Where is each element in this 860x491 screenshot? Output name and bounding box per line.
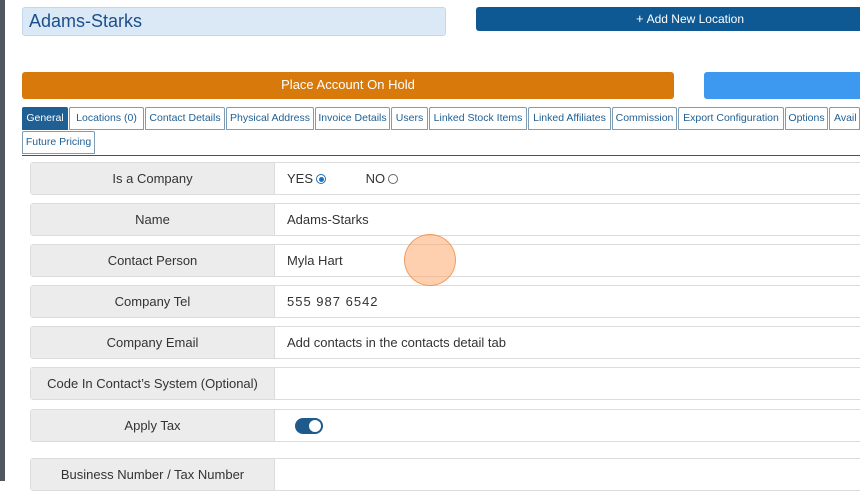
row-apply-tax: Apply Tax (30, 409, 860, 442)
add-new-location-button[interactable]: + Add New Location (476, 7, 860, 31)
place-account-on-hold-button[interactable]: Place Account On Hold (22, 72, 674, 99)
no-radio[interactable] (388, 174, 399, 184)
company-tel-input[interactable]: 555 987 6542 (287, 286, 379, 317)
add-new-location-label: Add New Location (646, 12, 744, 26)
tab-users[interactable]: Users (391, 107, 428, 130)
row-is-company: Is a Company YES NO (30, 162, 860, 195)
company-tel-label: Company Tel (31, 286, 275, 317)
yes-radio[interactable] (316, 174, 327, 184)
row-code-in-contact-system: Code In Contact’s System (Optional) (30, 367, 860, 400)
tab-availability[interactable]: Avail (829, 107, 860, 130)
no-option-label: NO (365, 171, 386, 186)
secondary-action-button[interactable] (704, 72, 860, 99)
tab-contact-details[interactable]: Contact Details (145, 107, 225, 130)
tab-future-pricing[interactable]: Future Pricing (22, 131, 95, 154)
account-name-title[interactable]: Adams-Starks (22, 7, 446, 36)
tab-linked-stock-items[interactable]: Linked Stock Items (429, 107, 527, 130)
is-company-options: YES NO (287, 163, 399, 194)
row-business-number: Business Number / Tax Number (30, 458, 860, 491)
row-name: Name Adams-Starks (30, 203, 860, 236)
tab-general[interactable]: General (22, 107, 68, 130)
click-indicator (404, 234, 456, 286)
name-label: Name (31, 204, 275, 235)
company-email-note: Add contacts in the contacts detail tab (287, 335, 506, 350)
business-number-label: Business Number / Tax Number (31, 459, 275, 490)
apply-tax-toggle[interactable] (295, 418, 323, 434)
name-input[interactable]: Adams-Starks (287, 204, 369, 235)
row-company-tel: Company Tel 555 987 6542 (30, 285, 860, 318)
tab-export-configuration[interactable]: Export Configuration (678, 107, 784, 130)
apply-tax-label: Apply Tax (31, 410, 275, 441)
tab-bar: General Locations (0) Contact Details Ph… (22, 107, 860, 156)
yes-option-label: YES (287, 171, 314, 186)
tab-invoice-details[interactable]: Invoice Details (315, 107, 390, 130)
tab-commission[interactable]: Commission (612, 107, 677, 130)
company-email-label: Company Email (31, 327, 275, 358)
contact-person-input[interactable]: Myla Hart (287, 245, 343, 276)
tab-linked-affiliates[interactable]: Linked Affiliates (528, 107, 611, 130)
code-in-contact-system-label: Code In Contact’s System (Optional) (31, 368, 275, 399)
tab-options[interactable]: Options (785, 107, 828, 130)
window-edge (0, 0, 5, 481)
tab-locations[interactable]: Locations (0) (69, 107, 144, 130)
tab-physical-address[interactable]: Physical Address (226, 107, 314, 130)
is-company-label: Is a Company (31, 163, 275, 194)
plus-icon: + (636, 11, 644, 26)
row-company-email: Company Email Add contacts in the contac… (30, 326, 860, 359)
contact-person-label: Contact Person (31, 245, 275, 276)
